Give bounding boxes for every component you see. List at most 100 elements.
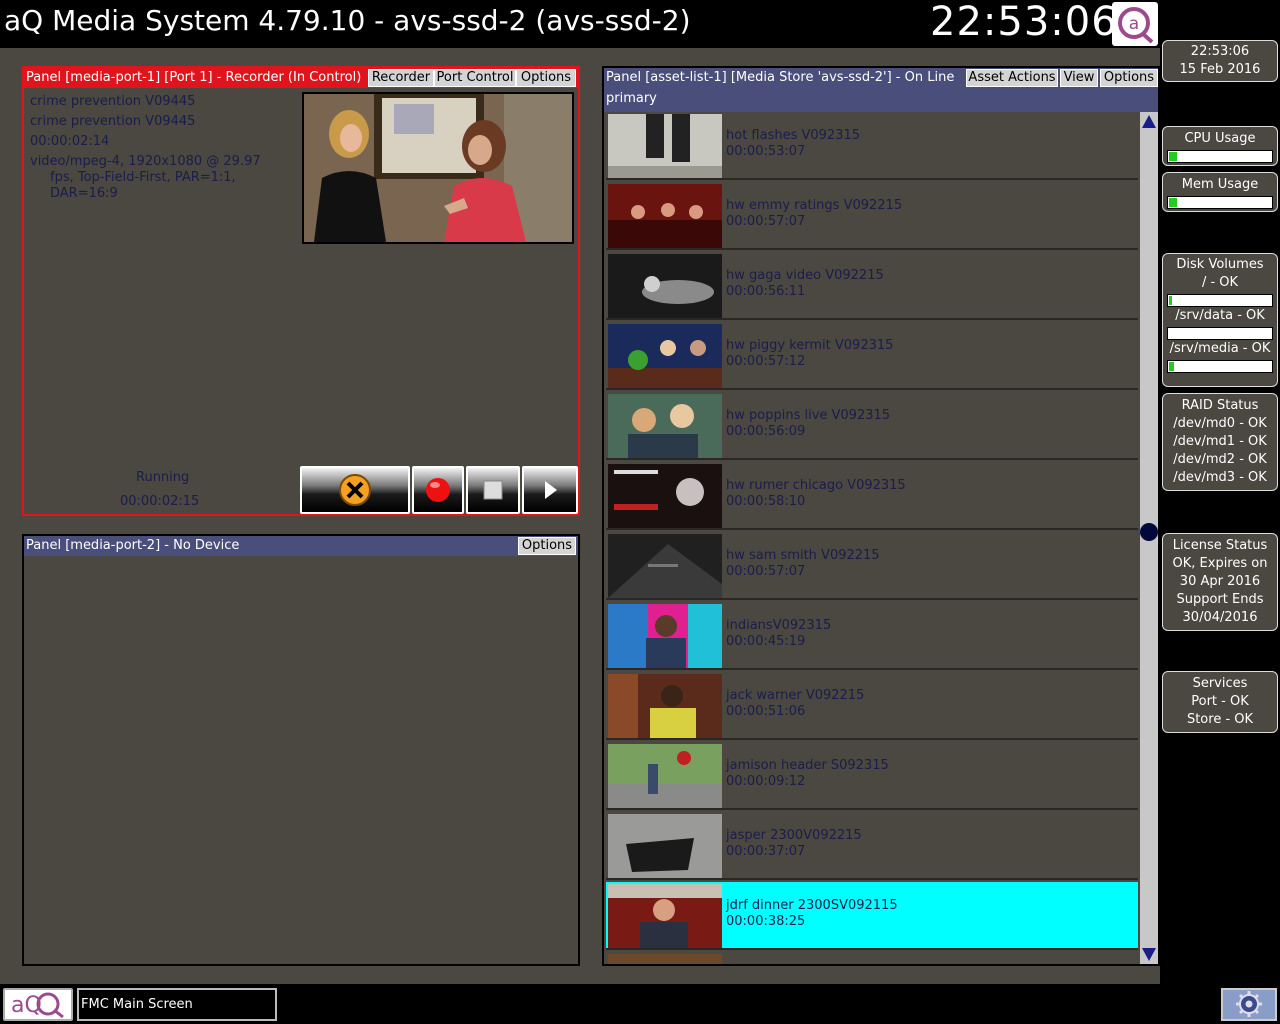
- asset-duration: 00:00:57:07: [726, 214, 806, 229]
- asset-row-partial[interactable]: [606, 952, 1138, 964]
- asset-duration: 00:00:51:06: [726, 704, 806, 719]
- cpu-usage-box: CPU Usage: [1162, 126, 1278, 166]
- abort-button[interactable]: [300, 466, 410, 514]
- asset-list-panel-header: Panel [asset-list-1] [Media Store 'avs-s…: [604, 68, 1158, 112]
- main-clock: 22:53:06: [930, 0, 1118, 45]
- record-button[interactable]: [412, 466, 464, 514]
- asset-row[interactable]: hw rumer chicago V092315 00:00:58:10: [606, 462, 1138, 530]
- clip-format: video/mpeg-4, 1920x1080 @ 29.97: [30, 154, 261, 169]
- asset-duration: 00:00:56:11: [726, 284, 806, 299]
- asset-row[interactable]: hw poppins live V092315 00:00:56:09: [606, 392, 1138, 460]
- asset-duration: 00:00:38:25: [726, 914, 806, 929]
- license-expiry: OK, Expires on: [1172, 556, 1268, 571]
- asset-list: hot flashes V092315 00:00:53:07 hw emmy …: [606, 112, 1138, 964]
- asset-duration: 00:00:58:10: [726, 494, 806, 509]
- recorder-status: Running: [136, 470, 190, 485]
- stop-icon: [483, 480, 503, 500]
- no-device-options-button[interactable]: Options: [518, 537, 576, 555]
- disk-root-meter: [1167, 294, 1273, 307]
- status-time: 22:53:06: [1190, 44, 1250, 59]
- asset-thumbnail: [608, 254, 722, 318]
- aq-menu-button[interactable]: aQ: [3, 988, 73, 1021]
- asset-name: jamison header S092315: [726, 758, 889, 773]
- asset-thumbnail: [608, 604, 722, 668]
- status-date: 15 Feb 2016: [1179, 62, 1261, 77]
- support-ends-label: Support Ends: [1176, 592, 1264, 607]
- asset-row[interactable]: hw sam smith V092215 00:00:57:07: [606, 532, 1138, 600]
- view-button[interactable]: View: [1060, 69, 1098, 87]
- asset-thumbnail: [608, 114, 722, 178]
- abort-icon: [339, 474, 371, 506]
- asset-thumbnail: [608, 324, 722, 388]
- asset-actions-button[interactable]: Asset Actions: [966, 69, 1058, 87]
- asset-row-selected[interactable]: jdrf dinner 2300SV092115 00:00:38:25: [606, 882, 1138, 950]
- clip-timecode: 00:00:02:14: [30, 134, 110, 149]
- asset-duration: 00:00:09:12: [726, 774, 806, 789]
- asset-row[interactable]: jack warner V092215 00:00:51:06: [606, 672, 1138, 740]
- disk-volumes-label: Disk Volumes: [1176, 257, 1264, 272]
- disk-data-meter: [1167, 327, 1273, 340]
- asset-row[interactable]: indiansV092315 00:00:45:19: [606, 602, 1138, 670]
- asset-row[interactable]: jamison header S092315 00:00:09:12: [606, 742, 1138, 810]
- settings-button[interactable]: [1221, 988, 1277, 1021]
- aq-logo-icon: aQ: [11, 992, 64, 1019]
- asset-row[interactable]: hw piggy kermit V092315 00:00:57:12: [606, 322, 1138, 390]
- asset-thumbnail: [608, 534, 722, 598]
- asset-name: jack warner V092215: [726, 688, 865, 703]
- no-device-panel-header: Panel [media-port-2] - No Device Options: [24, 536, 578, 556]
- asset-name: jdrf dinner 2300SV092115: [726, 898, 898, 913]
- raid-status-label: RAID Status: [1181, 398, 1259, 413]
- asset-list-panel-title: Panel [asset-list-1] [Media Store 'avs-s…: [606, 70, 955, 85]
- disk-root-fill: [1169, 296, 1173, 305]
- disk-media-meter: [1167, 360, 1273, 373]
- asset-duration: 00:00:37:07: [726, 844, 806, 859]
- asset-thumbnail: [608, 744, 722, 808]
- asset-row[interactable]: hw emmy ratings V092215 00:00:57:07: [606, 182, 1138, 250]
- video-preview[interactable]: [302, 92, 574, 244]
- scroll-thumb[interactable]: [1140, 523, 1158, 541]
- raid-md3: /dev/md3 - OK: [1173, 470, 1267, 485]
- datetime-box: 22:53:06 15 Feb 2016: [1162, 40, 1278, 82]
- asset-duration: 00:00:45:19: [726, 634, 806, 649]
- no-device-panel: Panel [media-port-2] - No Device Options: [22, 534, 580, 966]
- asset-duration: 00:00:53:07: [726, 144, 806, 159]
- asset-duration: 00:00:56:09: [726, 424, 806, 439]
- asset-row[interactable]: jasper 2300V092215 00:00:37:07: [606, 812, 1138, 880]
- asset-options-button[interactable]: Options: [1100, 69, 1158, 87]
- status-column: 22:53:06 15 Feb 2016 CPU Usage Mem Usage…: [1160, 0, 1280, 984]
- asset-row[interactable]: hw gaga video V092215 00:00:56:11: [606, 252, 1138, 320]
- clip-name: crime prevention V09445: [30, 94, 196, 109]
- disk-media-fill: [1169, 362, 1175, 371]
- recorder-panel: Panel [media-port-1] [Port 1] - Recorder…: [22, 66, 580, 516]
- asset-row[interactable]: hot flashes V092315 00:00:53:07: [606, 112, 1138, 180]
- port-control-button[interactable]: Port Control: [434, 69, 516, 87]
- scroll-up-arrow-icon[interactable]: [1142, 115, 1156, 128]
- record-icon: [426, 478, 450, 502]
- services-store: Store - OK: [1186, 712, 1254, 727]
- asset-list-scrollbar[interactable]: [1140, 112, 1158, 964]
- recorder-options-button[interactable]: Options: [516, 69, 576, 87]
- asset-name: indiansV092315: [726, 618, 832, 633]
- taskbar-window-fmc-main-screen[interactable]: FMC Main Screen: [77, 988, 277, 1021]
- asset-duration: 00:00:57:12: [726, 354, 806, 369]
- asset-name: hw poppins live V092315: [726, 408, 891, 423]
- mem-usage-meter: [1167, 196, 1273, 209]
- disk-volumes-box: Disk Volumes / - OK /srv/data - OK /srv/…: [1162, 253, 1278, 387]
- asset-thumbnail: [608, 674, 722, 738]
- services-port: Port - OK: [1191, 694, 1249, 709]
- support-ends-date: 30/04/2016: [1182, 610, 1258, 625]
- scroll-down-arrow-icon[interactable]: [1142, 948, 1156, 961]
- aq-logo-icon: a: [1112, 2, 1158, 46]
- license-status-box: License Status OK, Expires on 30 Apr 201…: [1162, 533, 1278, 631]
- raid-md0: /dev/md0 - OK: [1173, 416, 1267, 431]
- services-label: Services: [1192, 676, 1248, 691]
- stop-button[interactable]: [466, 466, 520, 514]
- cpu-usage-label: CPU Usage: [1184, 131, 1256, 146]
- cpu-usage-fill: [1169, 152, 1178, 161]
- recorder-button[interactable]: Recorder: [368, 69, 434, 87]
- disk-media-label: /srv/media - OK: [1169, 341, 1271, 356]
- license-expiry-date: 30 Apr 2016: [1179, 574, 1261, 589]
- play-button[interactable]: [522, 466, 578, 514]
- asset-thumbnail: [608, 884, 722, 948]
- workspace: Panel [media-port-1] [Port 1] - Recorder…: [0, 48, 1160, 984]
